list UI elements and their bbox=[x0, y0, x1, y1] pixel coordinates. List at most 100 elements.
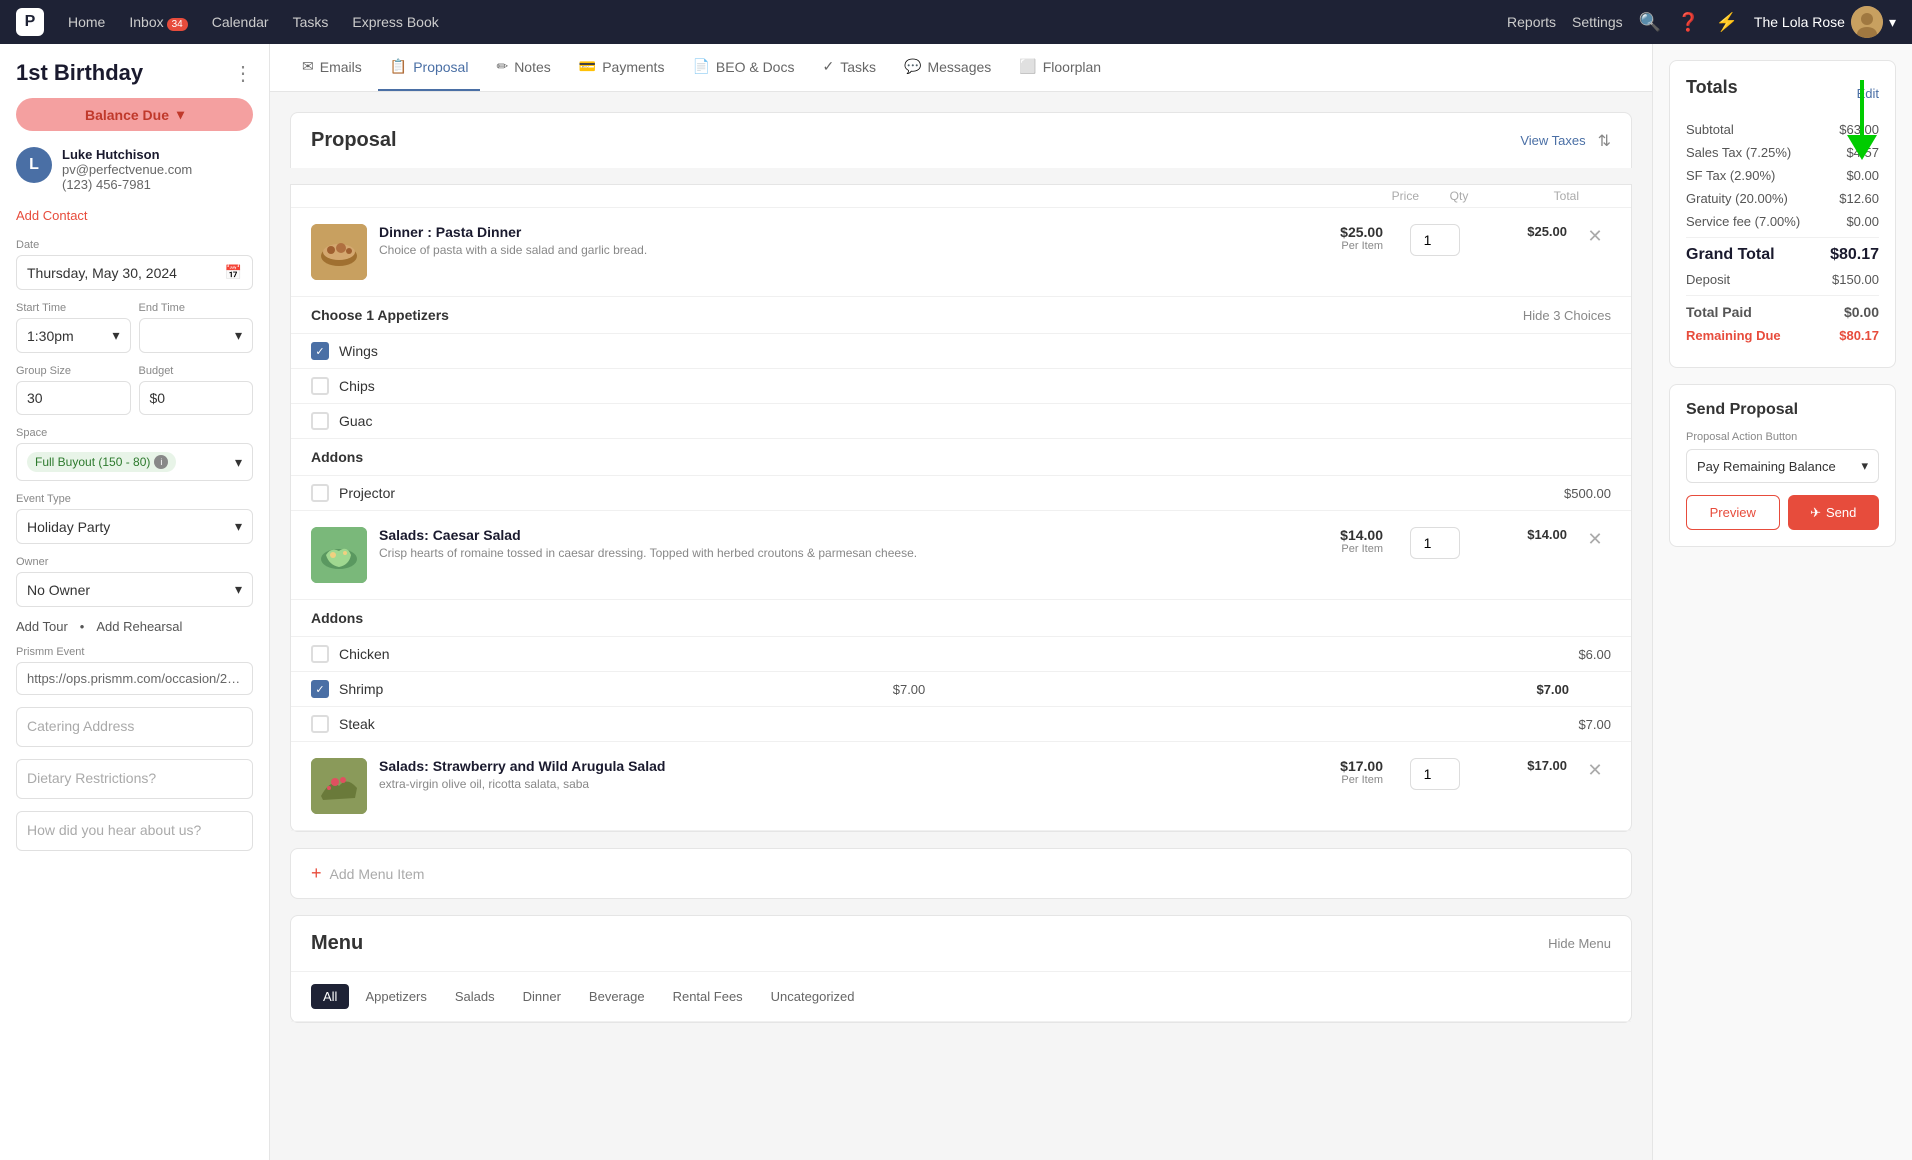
send-buttons: Preview ✈ Send bbox=[1686, 495, 1879, 530]
space-select[interactable]: Full Buyout (150 - 80) i ▾ bbox=[16, 443, 253, 481]
item-qty-caesar bbox=[1395, 527, 1475, 559]
nav-inbox[interactable]: Inbox34 bbox=[129, 14, 187, 30]
menu-tab-appetizers[interactable]: Appetizers bbox=[353, 984, 438, 1009]
sort-icon[interactable]: ⇅ bbox=[1598, 131, 1611, 151]
wings-checkbox[interactable]: ✓ bbox=[311, 342, 329, 360]
menu-tab-uncategorized[interactable]: Uncategorized bbox=[759, 984, 867, 1009]
item-qty-pasta bbox=[1395, 224, 1475, 256]
venue-name: The Lola Rose bbox=[1754, 14, 1845, 30]
group-size-value[interactable]: 30 bbox=[16, 381, 131, 415]
proposal-title: Proposal bbox=[311, 129, 397, 152]
prismm-field-group: Prismm Event https://ops.prismm.com/occa… bbox=[16, 646, 253, 695]
remove-caesar-button[interactable]: ✕ bbox=[1579, 527, 1611, 550]
chevron-down-icon: ▾ bbox=[112, 327, 119, 344]
gratuity-row: Gratuity (20.00%) $12.60 bbox=[1686, 191, 1879, 206]
remove-pasta-button[interactable]: ✕ bbox=[1579, 224, 1611, 247]
tab-messages[interactable]: 💬 Messages bbox=[892, 44, 1003, 91]
nav-express-book[interactable]: Express Book bbox=[352, 14, 438, 30]
tab-beo-docs[interactable]: 📄 BEO & Docs bbox=[680, 44, 806, 91]
user-menu[interactable]: The Lola Rose ▾ bbox=[1754, 6, 1896, 38]
chips-checkbox[interactable] bbox=[311, 377, 329, 395]
end-time-select[interactable]: ▾ bbox=[139, 318, 254, 353]
chips-choice: Chips bbox=[339, 378, 1611, 394]
help-icon[interactable]: ❓ bbox=[1677, 12, 1699, 33]
item-details-arugula: Salads: Strawberry and Wild Arugula Sala… bbox=[379, 758, 1291, 791]
steak-price: $7.00 bbox=[1578, 717, 1611, 732]
add-tour-link[interactable]: Add Tour bbox=[16, 619, 68, 634]
dietary-restrictions-input[interactable]: Dietary Restrictions? bbox=[16, 759, 253, 799]
nav-settings[interactable]: Settings bbox=[1572, 14, 1623, 30]
chicken-choice: Chicken bbox=[339, 646, 1568, 662]
tab-tasks[interactable]: ✓ Tasks bbox=[810, 44, 888, 91]
balance-due-button[interactable]: Balance Due ▾ bbox=[16, 98, 253, 131]
view-taxes-button[interactable]: View Taxes bbox=[1520, 133, 1585, 148]
list-item: ✓ Shrimp $7.00 $7.00 bbox=[291, 672, 1631, 707]
hide-menu-button[interactable]: Hide Menu bbox=[1548, 936, 1611, 951]
add-menu-item-button[interactable]: + Add Menu Item bbox=[290, 848, 1632, 899]
prismm-value[interactable]: https://ops.prismm.com/occasion/2607403 bbox=[16, 662, 253, 695]
lightning-icon[interactable]: ⚡ bbox=[1715, 12, 1737, 33]
add-contact-link[interactable]: Add Contact bbox=[16, 208, 253, 223]
table-row: Salads: Strawberry and Wild Arugula Sala… bbox=[291, 742, 1631, 831]
qty-input-caesar[interactable] bbox=[1410, 527, 1460, 559]
remove-arugula-button[interactable]: ✕ bbox=[1579, 758, 1611, 781]
send-button[interactable]: ✈ Send bbox=[1788, 495, 1880, 530]
group-budget-row: Group Size 30 Budget $0 bbox=[16, 365, 253, 427]
menu-tab-all[interactable]: All bbox=[311, 984, 349, 1009]
menu-tab-beverage[interactable]: Beverage bbox=[577, 984, 657, 1009]
inbox-badge: 34 bbox=[167, 18, 188, 31]
catering-address-input[interactable]: Catering Address bbox=[16, 707, 253, 747]
tab-notes[interactable]: ✏ Notes bbox=[484, 44, 562, 91]
item-desc-caesar: Crisp hearts of romaine tossed in caesar… bbox=[379, 546, 1291, 560]
nav-home[interactable]: Home bbox=[68, 14, 105, 30]
shrimp-price: $7.00 bbox=[893, 682, 926, 697]
item-name-caesar: Salads: Caesar Salad bbox=[379, 527, 1291, 543]
how-heard-input[interactable]: How did you hear about us? bbox=[16, 811, 253, 851]
app-logo[interactable]: P bbox=[16, 8, 44, 36]
chevron-down-icon: ▾ bbox=[235, 518, 242, 535]
contact-info: Luke Hutchison pv@perfectvenue.com (123)… bbox=[62, 147, 192, 192]
tab-emails[interactable]: ✉ Emails bbox=[290, 44, 374, 91]
tab-payments[interactable]: 💳 Payments bbox=[567, 44, 677, 91]
owner-select[interactable]: No Owner ▾ bbox=[16, 572, 253, 607]
budget-value[interactable]: $0 bbox=[139, 381, 254, 415]
tab-floorplan[interactable]: ⬜ Floorplan bbox=[1007, 44, 1113, 91]
tasks-icon: ✓ bbox=[822, 58, 834, 75]
date-value[interactable]: Thursday, May 30, 2024 📅 bbox=[16, 255, 253, 290]
nav-tasks[interactable]: Tasks bbox=[293, 14, 329, 30]
table-row: Dinner : Pasta Dinner Choice of pasta wi… bbox=[291, 208, 1631, 297]
search-icon[interactable]: 🔍 bbox=[1639, 12, 1661, 33]
menu-tab-rental-fees[interactable]: Rental Fees bbox=[661, 984, 755, 1009]
qty-input-pasta[interactable] bbox=[1410, 224, 1460, 256]
chevron-down-icon: ▾ bbox=[235, 581, 242, 598]
hide-choices-button[interactable]: Hide 3 Choices bbox=[1523, 308, 1611, 323]
event-type-select[interactable]: Holiday Party ▾ bbox=[16, 509, 253, 544]
nav-calendar[interactable]: Calendar bbox=[212, 14, 269, 30]
tab-proposal[interactable]: 📋 Proposal bbox=[378, 44, 481, 91]
item-total-pasta: $25.00 bbox=[1487, 224, 1567, 239]
add-rehearsal-link[interactable]: Add Rehearsal bbox=[96, 619, 182, 634]
start-time-field: Start Time 1:30pm ▾ bbox=[16, 302, 131, 353]
event-title: 1st Birthday bbox=[16, 60, 143, 86]
projector-checkbox[interactable] bbox=[311, 484, 329, 502]
shrimp-checkbox[interactable]: ✓ bbox=[311, 680, 329, 698]
chevron-down-icon: ▾ bbox=[235, 327, 242, 344]
shrimp-total: $7.00 bbox=[1489, 682, 1569, 697]
steak-checkbox[interactable] bbox=[311, 715, 329, 733]
qty-input-arugula[interactable] bbox=[1410, 758, 1460, 790]
more-options-icon[interactable]: ⋮ bbox=[233, 61, 253, 86]
info-icon: i bbox=[154, 455, 168, 469]
grand-total-row: Grand Total $80.17 bbox=[1686, 237, 1879, 264]
item-image-pasta bbox=[311, 224, 367, 280]
menu-section: Menu Hide Menu All Appetizers Salads Din… bbox=[290, 915, 1632, 1023]
action-select[interactable]: Pay Remaining Balance ▾ bbox=[1686, 449, 1879, 483]
chicken-checkbox[interactable] bbox=[311, 645, 329, 663]
item-price-caesar: $14.00 Per Item bbox=[1303, 527, 1383, 555]
nav-reports[interactable]: Reports bbox=[1507, 14, 1556, 30]
start-time-select[interactable]: 1:30pm ▾ bbox=[16, 318, 131, 353]
preview-button[interactable]: Preview bbox=[1686, 495, 1780, 530]
menu-tab-salads[interactable]: Salads bbox=[443, 984, 507, 1009]
item-total-caesar: $14.00 bbox=[1487, 527, 1567, 542]
guac-checkbox[interactable] bbox=[311, 412, 329, 430]
menu-tab-dinner[interactable]: Dinner bbox=[511, 984, 573, 1009]
